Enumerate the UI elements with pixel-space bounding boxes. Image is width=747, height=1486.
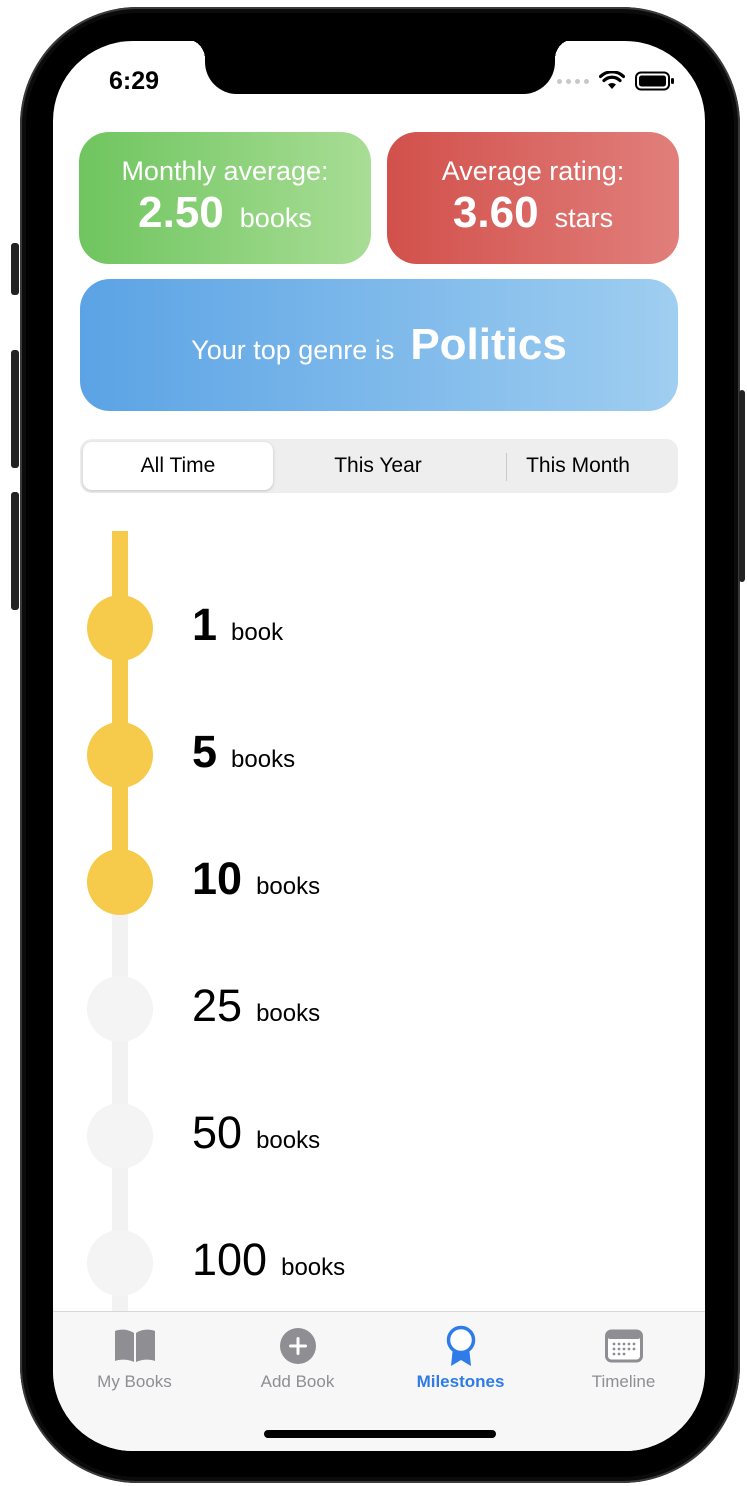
tab-label: My Books	[97, 1372, 172, 1391]
award-ribbon-icon	[446, 1325, 475, 1366]
tab-bar: My Books Add Book Milestones Timeline	[53, 1311, 705, 1451]
monthly-average-unit: books	[239, 203, 312, 233]
milestone-track-achieved	[112, 531, 128, 881]
milestone-unit: books	[256, 873, 321, 900]
monthly-average-card: Monthly average: 2.50 books	[79, 132, 371, 264]
milestone-item: 5 books	[53, 722, 705, 790]
milestone-item: 100 books	[53, 1230, 705, 1298]
status-time: 6:29	[109, 67, 160, 95]
milestone-unit: books	[256, 1127, 321, 1154]
mute-switch	[11, 243, 19, 295]
milestone-marker	[87, 595, 153, 661]
milestone-item: 25 books	[53, 976, 705, 1044]
tab-label: Timeline	[591, 1372, 656, 1391]
milestone-number: 1	[192, 599, 218, 650]
milestone-item: 50 books	[53, 1103, 705, 1171]
milestone-unit: books	[281, 1254, 346, 1281]
home-indicator	[264, 1430, 496, 1438]
tab-label: Milestones	[416, 1372, 505, 1391]
notch	[185, 41, 575, 94]
milestone-marker	[87, 1230, 153, 1296]
top-genre-card: Your top genre is Politics	[80, 279, 678, 411]
wifi-icon	[599, 71, 625, 89]
volume-up-button	[11, 350, 19, 468]
segment-this-month[interactable]: This Month	[480, 442, 676, 490]
milestone-number: 50	[192, 1107, 243, 1158]
milestone-unit: books	[256, 1000, 321, 1027]
milestone-unit: book	[231, 619, 284, 646]
milestone-marker	[87, 976, 153, 1042]
power-button	[739, 390, 745, 582]
time-range-segmented-control: All Time This Year This Month	[80, 439, 678, 493]
milestone-item: 10 books	[53, 849, 705, 917]
milestone-unit: books	[231, 746, 296, 773]
milestone-number: 5	[192, 726, 218, 777]
average-rating-card: Average rating: 3.60 stars	[387, 132, 679, 264]
tab-label: Add Book	[260, 1372, 335, 1391]
monthly-average-caption: Monthly average:	[121, 156, 329, 186]
milestone-item: 1 book	[53, 595, 705, 663]
top-genre-lead: Your top genre is	[191, 335, 395, 365]
plus-circle-icon	[279, 1328, 316, 1364]
average-rating-unit: stars	[554, 203, 614, 233]
open-book-icon	[114, 1329, 155, 1362]
calendar-icon	[604, 1329, 643, 1363]
battery-icon	[635, 71, 674, 91]
tab-add-book[interactable]: Add Book	[216, 1326, 379, 1392]
segment-this-year[interactable]: This Year	[278, 442, 478, 490]
milestone-number: 25	[192, 980, 243, 1031]
cellular-signal-icon	[557, 78, 589, 84]
tab-timeline[interactable]: Timeline	[542, 1326, 705, 1392]
status-icons	[557, 69, 675, 93]
milestone-number: 100	[192, 1234, 268, 1285]
average-rating-caption: Average rating:	[441, 156, 625, 186]
milestone-marker	[87, 1103, 153, 1169]
tab-milestones[interactable]: Milestones	[379, 1325, 542, 1392]
milestone-marker	[87, 722, 153, 788]
top-genre-value: Politics	[410, 320, 567, 369]
tab-my-books[interactable]: My Books	[53, 1326, 216, 1392]
milestone-marker	[87, 849, 153, 915]
app-screen: 6:29 Monthly average: 2.50 books Average…	[53, 41, 705, 1451]
milestone-number: 10	[192, 853, 243, 904]
average-rating-value: 3.60	[452, 188, 539, 237]
segment-all-time[interactable]: All Time	[83, 442, 273, 490]
volume-down-button	[11, 492, 19, 610]
monthly-average-value: 2.50	[138, 188, 224, 237]
